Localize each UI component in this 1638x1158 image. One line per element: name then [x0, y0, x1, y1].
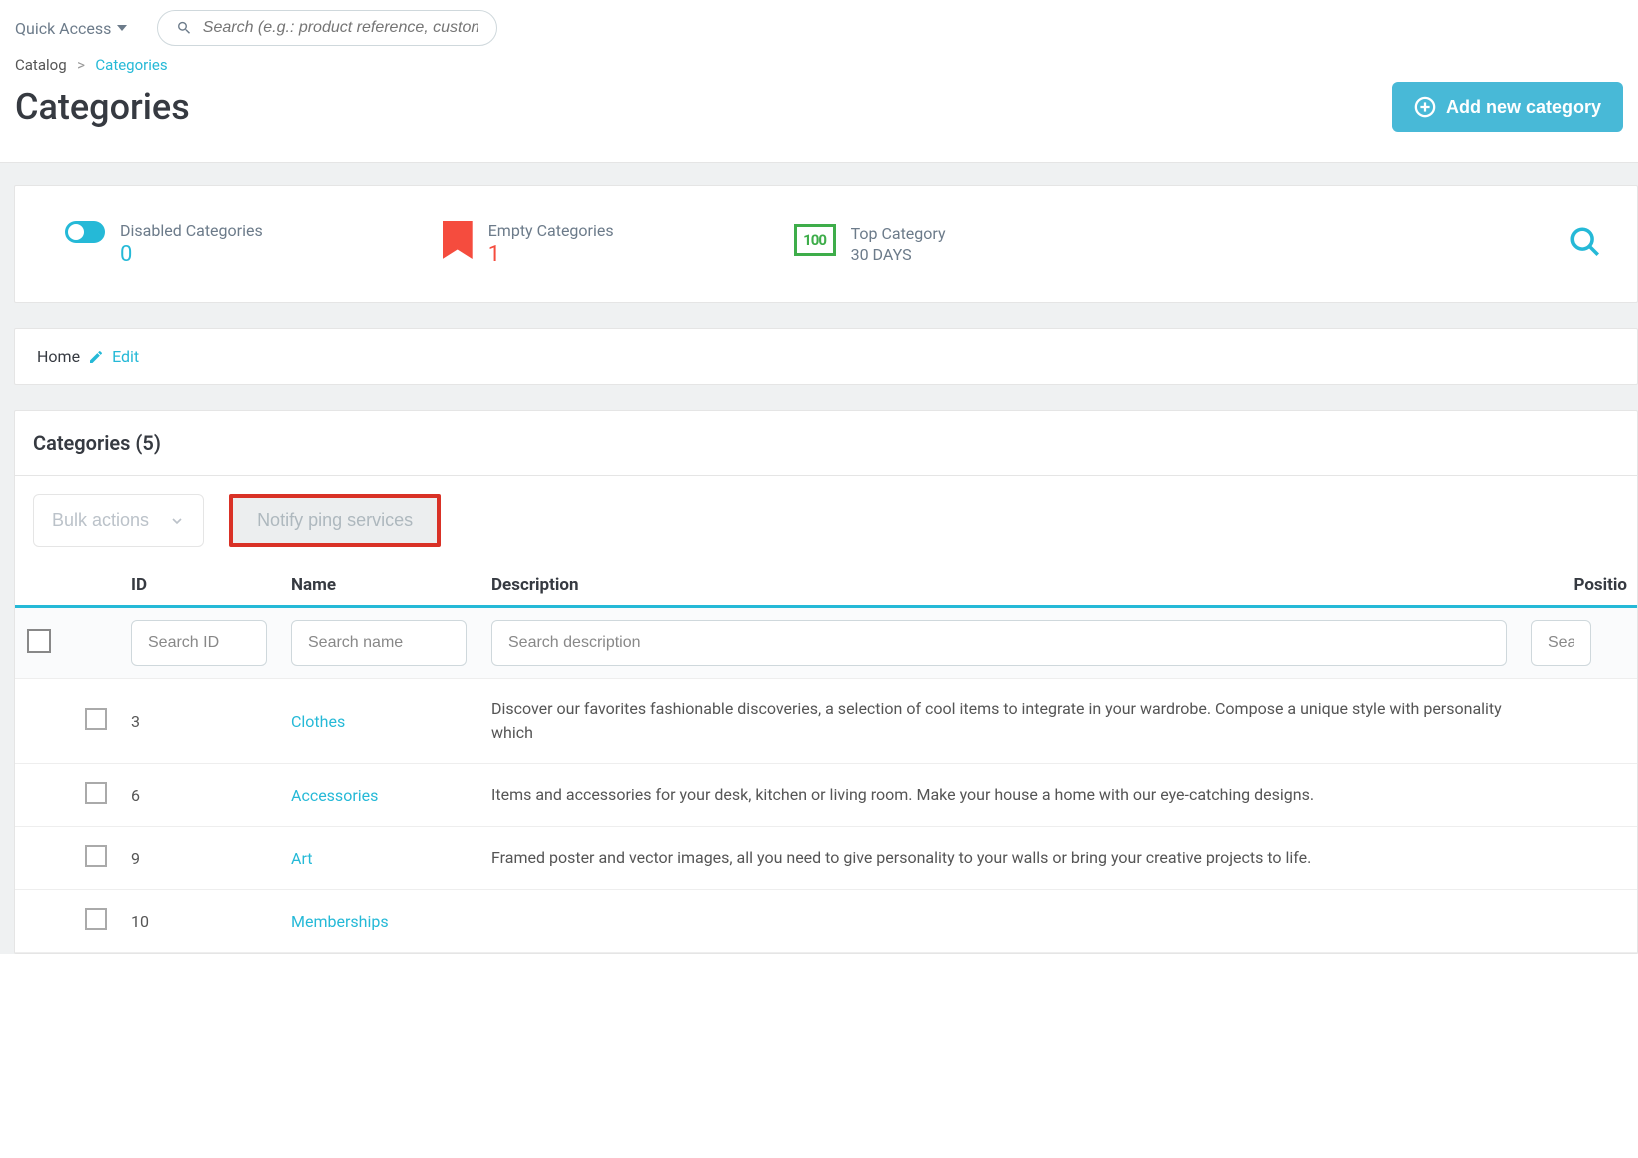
- table-row[interactable]: 9 Art Framed poster and vector images, all…: [15, 827, 1637, 890]
- col-name[interactable]: Name: [279, 565, 479, 607]
- stat-empty-label: Empty Categories: [488, 221, 614, 240]
- row-checkbox[interactable]: [85, 708, 107, 730]
- notify-ping-button[interactable]: Notify ping services: [229, 494, 441, 547]
- col-id[interactable]: ID: [119, 565, 279, 607]
- stat-top[interactable]: 100 Top Category 30 DAYS: [794, 224, 946, 264]
- stat-top-sub: 30 DAYS: [851, 245, 946, 264]
- edit-link[interactable]: Edit: [112, 347, 139, 366]
- breadcrumb: Catalog > Categories: [0, 56, 1638, 74]
- page-title: Categories: [15, 86, 190, 128]
- search-icon: [176, 19, 192, 37]
- stat-disabled[interactable]: Disabled Categories 0: [65, 221, 263, 267]
- col-position[interactable]: Positio: [1519, 565, 1637, 607]
- row-description: Framed poster and vector images, all you…: [479, 827, 1519, 890]
- add-category-button[interactable]: Add new category: [1392, 82, 1623, 132]
- stat-empty-value: 1: [488, 242, 614, 267]
- home-label[interactable]: Home: [37, 347, 80, 366]
- quick-access-dropdown[interactable]: Quick Access: [15, 19, 127, 38]
- row-description: Items and accessories for your desk, kit…: [479, 764, 1519, 827]
- filter-description-input[interactable]: [491, 620, 1507, 666]
- chevron-down-icon: [169, 513, 185, 529]
- global-search[interactable]: [157, 10, 497, 46]
- bulk-actions-button[interactable]: Bulk actions: [33, 494, 204, 547]
- filter-position-input[interactable]: [1531, 620, 1591, 666]
- filter-name-input[interactable]: [291, 620, 467, 666]
- row-id: 3: [119, 679, 279, 764]
- table-row[interactable]: 6 Accessories Items and accessories for yo…: [15, 764, 1637, 827]
- row-checkbox[interactable]: [85, 908, 107, 930]
- pencil-icon: [88, 349, 104, 365]
- category-root-bar: Home Edit: [14, 328, 1638, 385]
- bulk-actions-label: Bulk actions: [52, 510, 149, 531]
- stat-disabled-label: Disabled Categories: [120, 221, 263, 240]
- search-input[interactable]: [203, 19, 479, 37]
- col-description[interactable]: Description: [479, 565, 1519, 607]
- row-description: [479, 890, 1519, 953]
- row-id: 10: [119, 890, 279, 953]
- filter-id-input[interactable]: [131, 620, 267, 666]
- row-id: 6: [119, 764, 279, 827]
- quick-access-label: Quick Access: [15, 19, 111, 38]
- table-row[interactable]: 3 Clothes Discover our favorites fashionab…: [15, 679, 1637, 764]
- row-name-link[interactable]: Accessories: [291, 786, 378, 805]
- stat-top-label: Top Category: [851, 224, 946, 243]
- table-row[interactable]: 10 Memberships: [15, 890, 1637, 953]
- breadcrumb-separator: >: [73, 56, 88, 74]
- categories-table-card: Categories (5) Bulk actions Notify ping …: [14, 410, 1638, 954]
- bookmark-icon: [443, 221, 473, 259]
- stat-empty[interactable]: Empty Categories 1: [443, 221, 614, 267]
- breadcrumb-parent[interactable]: Catalog: [15, 56, 67, 74]
- row-name-link[interactable]: Memberships: [291, 912, 389, 931]
- row-name-link[interactable]: Clothes: [291, 712, 345, 731]
- breadcrumb-current[interactable]: Categories: [95, 56, 167, 74]
- row-checkbox[interactable]: [85, 845, 107, 867]
- money-icon: 100: [794, 224, 836, 256]
- row-description: Discover our favorites fashionable disco…: [479, 679, 1519, 764]
- caret-down-icon: [117, 25, 127, 31]
- row-id: 9: [119, 827, 279, 890]
- row-checkbox[interactable]: [85, 782, 107, 804]
- plus-circle-icon: [1414, 96, 1436, 118]
- row-name-link[interactable]: Art: [291, 849, 312, 868]
- toggle-icon: [65, 221, 105, 243]
- stats-search-button[interactable]: [1568, 225, 1602, 263]
- table-title: Categories (5): [15, 411, 1637, 476]
- search-icon: [1568, 225, 1602, 259]
- stats-card: Disabled Categories 0 Empty Categories 1…: [14, 185, 1638, 303]
- stat-disabled-value: 0: [120, 242, 263, 267]
- select-all-checkbox[interactable]: [27, 629, 51, 653]
- add-category-label: Add new category: [1446, 97, 1601, 118]
